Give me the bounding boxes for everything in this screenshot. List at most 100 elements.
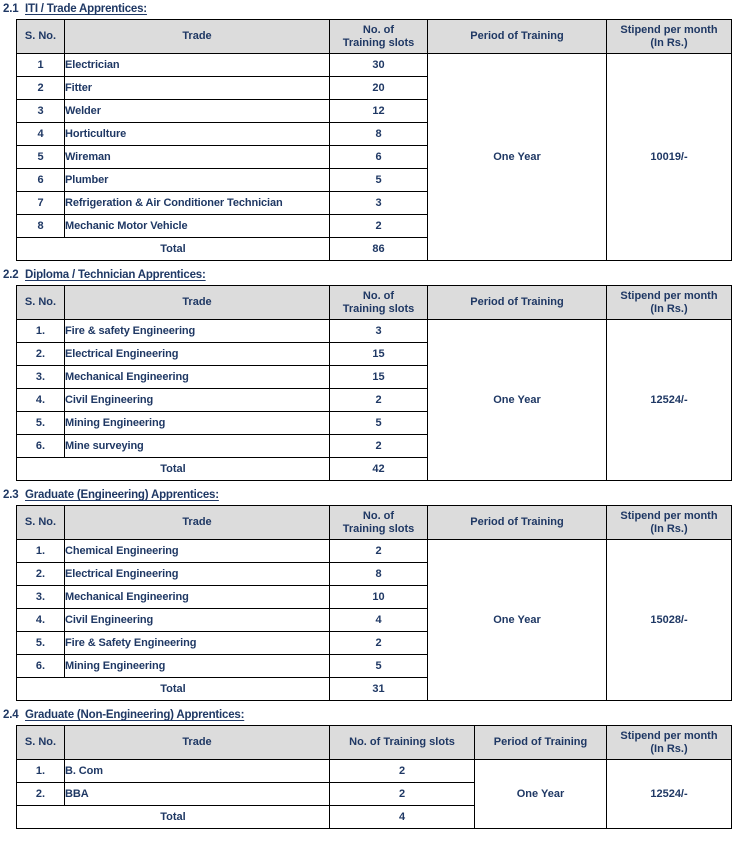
- table-graduate-engineering-apprentices: S. No. Trade No. of Training slots Perio…: [16, 505, 732, 701]
- col-header-stipend-line2: (In Rs.): [650, 302, 688, 315]
- col-header-sno: S. No.: [16, 725, 65, 760]
- cell-trade: Fire & safety Engineering: [64, 319, 330, 343]
- cell-sno: 4: [16, 122, 65, 146]
- table-body: 1. Fire & safety Engineering 3 One Year …: [16, 319, 732, 481]
- cell-slots: 12: [329, 99, 428, 123]
- cell-total-slots: 31: [329, 677, 428, 701]
- cell-slots: 2: [329, 388, 428, 412]
- col-header-slots-line2: Training slots: [342, 522, 415, 535]
- cell-sno: 2.: [16, 782, 65, 806]
- table-body: 1. B. Com 2 One Year 12524/- 2. BBA 2 To…: [16, 759, 732, 829]
- col-header-sno: S. No.: [16, 19, 65, 54]
- cell-total-label: Total: [16, 805, 330, 829]
- col-header-training-slots: No. of Training slots: [329, 285, 428, 320]
- cell-trade: Fitter: [64, 76, 330, 100]
- section-number: 2.2: [3, 269, 19, 281]
- col-header-training-slots: No. of Training slots: [329, 505, 428, 540]
- cell-slots: 8: [329, 122, 428, 146]
- cell-slots: 10: [329, 585, 428, 609]
- cell-period-of-training: One Year: [427, 53, 607, 261]
- col-header-stipend: Stipend per month (In Rs.): [606, 505, 732, 540]
- cell-sno: 3.: [16, 585, 65, 609]
- table-body: 1 Electrician 30 One Year 10019/- 2 Fitt…: [16, 53, 732, 261]
- section-title: Graduate (Non-Engineering) Apprentices:: [25, 709, 245, 721]
- cell-slots: 5: [329, 168, 428, 192]
- section-number: 2.4: [3, 709, 19, 721]
- col-header-slots-line1: No. of: [362, 290, 395, 302]
- col-header-stipend-line2: (In Rs.): [650, 36, 688, 49]
- cell-total-slots: 86: [329, 237, 428, 261]
- cell-period-of-training: One Year: [474, 759, 607, 829]
- cell-sno: 4.: [16, 388, 65, 412]
- col-header-sno: S. No.: [16, 505, 65, 540]
- table-row: 1 Electrician 30 One Year 10019/-: [16, 53, 732, 261]
- cell-sno: 3: [16, 99, 65, 123]
- cell-sno: 6.: [16, 434, 65, 458]
- cell-sno: 2.: [16, 562, 65, 586]
- table-header: S. No. Trade No. of Training slots Perio…: [16, 285, 732, 320]
- header-row: S. No. Trade No. of Training slots Perio…: [16, 505, 732, 540]
- section-title: Diploma / Technician Apprentices:: [25, 269, 206, 281]
- col-header-stipend: Stipend per month (In Rs.): [606, 725, 732, 760]
- cell-sno: 6.: [16, 654, 65, 678]
- col-header-slots-line2: Training slots: [342, 302, 415, 315]
- cell-trade: Wireman: [64, 145, 330, 169]
- cell-slots: 3: [329, 319, 428, 343]
- cell-stipend: 15028/-: [606, 539, 732, 701]
- cell-trade: Civil Engineering: [64, 608, 330, 632]
- col-header-training-slots: No. of Training slots: [329, 725, 475, 760]
- section-heading-2-2: 2.2 Diploma / Technician Apprentices:: [0, 268, 746, 285]
- col-header-slots-line2: Training slots: [342, 36, 415, 49]
- col-header-stipend-line2: (In Rs.): [650, 742, 688, 755]
- cell-sno: 3.: [16, 365, 65, 389]
- cell-slots: 4: [329, 608, 428, 632]
- header-row: S. No. Trade No. of Training slots Perio…: [16, 725, 732, 760]
- cell-sno: 5: [16, 145, 65, 169]
- col-header-period: Period of Training: [474, 725, 607, 760]
- cell-slots: 8: [329, 562, 428, 586]
- col-header-slots-line1: No. of: [362, 510, 395, 522]
- cell-slots: 6: [329, 145, 428, 169]
- table-diploma-technician-apprentices: S. No. Trade No. of Training slots Perio…: [16, 285, 732, 481]
- cell-slots: 2: [329, 631, 428, 655]
- col-header-trade: Trade: [64, 19, 330, 54]
- cell-sno: 8: [16, 214, 65, 238]
- cell-sno: 1.: [16, 539, 65, 563]
- cell-slots: 5: [329, 654, 428, 678]
- cell-sno: 7: [16, 191, 65, 215]
- col-header-stipend-line1: Stipend per month: [620, 730, 718, 742]
- cell-trade: Mechanic Motor Vehicle: [64, 214, 330, 238]
- col-header-period: Period of Training: [427, 285, 607, 320]
- table-row: 1. Chemical Engineering 2 One Year 15028…: [16, 539, 732, 701]
- col-header-stipend-line1: Stipend per month: [620, 290, 718, 302]
- col-header-period: Period of Training: [427, 505, 607, 540]
- cell-trade: Mechanical Engineering: [64, 585, 330, 609]
- cell-trade: Mechanical Engineering: [64, 365, 330, 389]
- table-body: 1. Chemical Engineering 2 One Year 15028…: [16, 539, 732, 701]
- table-header: S. No. Trade No. of Training slots Perio…: [16, 19, 732, 54]
- cell-stipend: 12524/-: [606, 319, 732, 481]
- section-heading-2-4: 2.4 Graduate (Non-Engineering) Apprentic…: [0, 708, 746, 725]
- cell-slots: 5: [329, 411, 428, 435]
- section-number: 2.1: [3, 3, 19, 15]
- section-heading-2-3: 2.3 Graduate (Engineering) Apprentices:: [0, 488, 746, 505]
- cell-slots: 2: [329, 434, 428, 458]
- cell-slots: 2: [329, 214, 428, 238]
- section-2-4: 2.4 Graduate (Non-Engineering) Apprentic…: [0, 708, 746, 829]
- cell-sno: 6: [16, 168, 65, 192]
- cell-sno: 5.: [16, 631, 65, 655]
- cell-slots: 15: [329, 365, 428, 389]
- cell-trade: Horticulture: [64, 122, 330, 146]
- cell-trade: Mining Engineering: [64, 654, 330, 678]
- cell-trade: Civil Engineering: [64, 388, 330, 412]
- cell-period-of-training: One Year: [427, 539, 607, 701]
- cell-stipend: 12524/-: [606, 759, 732, 829]
- cell-total-label: Total: [16, 237, 330, 261]
- col-header-trade: Trade: [64, 505, 330, 540]
- header-row: S. No. Trade No. of Training slots Perio…: [16, 285, 732, 320]
- table-graduate-non-engineering-apprentices: S. No. Trade No. of Training slots Perio…: [16, 725, 732, 829]
- cell-sno: 5.: [16, 411, 65, 435]
- table-header: S. No. Trade No. of Training slots Perio…: [16, 725, 732, 760]
